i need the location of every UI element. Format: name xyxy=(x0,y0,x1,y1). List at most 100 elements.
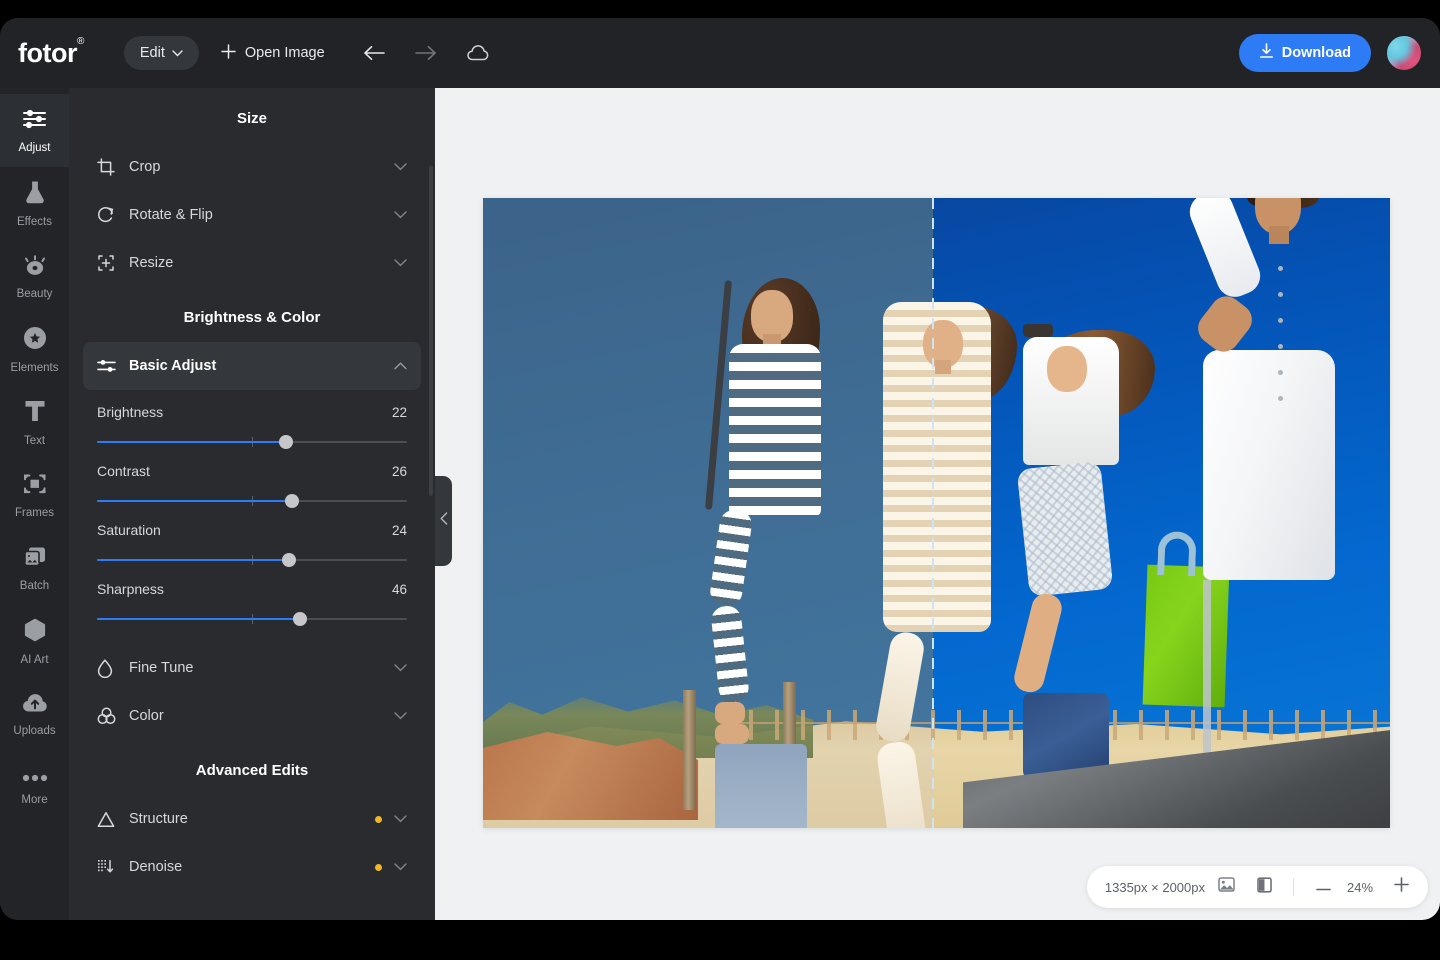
chevron-down-icon[interactable] xyxy=(394,259,407,267)
chevron-down-icon[interactable] xyxy=(394,211,407,219)
download-label: Download xyxy=(1282,45,1351,61)
chevron-down-icon[interactable] xyxy=(394,815,407,823)
split-compare-icon xyxy=(1257,877,1272,898)
panel-row-fine-tune[interactable]: Fine Tune xyxy=(83,644,421,692)
sidebar-item-uploads[interactable]: Uploads xyxy=(0,678,69,751)
edited-photo[interactable] xyxy=(483,198,1390,828)
batch-images-icon xyxy=(23,546,47,573)
zoom-out-button[interactable] xyxy=(1306,870,1340,904)
frame-icon xyxy=(23,473,47,500)
slider-sharpness[interactable]: Sharpness 46 xyxy=(97,567,407,626)
slider-track[interactable] xyxy=(97,435,407,449)
triangle-icon xyxy=(97,811,121,828)
compare-toggle-button[interactable] xyxy=(1247,870,1281,904)
panel-collapse-handle[interactable] xyxy=(435,476,452,566)
left-arm xyxy=(708,508,753,608)
slider-fill xyxy=(97,441,286,443)
slider-track[interactable] xyxy=(97,553,407,567)
panel-row-rotate-flip[interactable]: Rotate & Flip xyxy=(83,191,421,239)
chevron-down-icon xyxy=(172,45,183,61)
ai-art-icon xyxy=(23,618,47,647)
slider-header: Brightness 22 xyxy=(97,404,407,420)
chevron-down-icon[interactable] xyxy=(394,163,407,171)
sidebar-item-label: More xyxy=(21,794,47,806)
slider-label: Sharpness xyxy=(97,581,164,597)
open-image-button[interactable]: Open Image xyxy=(221,44,325,63)
sidebar-item-ai-art[interactable]: AI Art xyxy=(0,605,69,678)
sidebar-item-label: AI Art xyxy=(20,654,48,666)
resize-icon xyxy=(97,254,121,272)
chevron-up-icon[interactable] xyxy=(394,362,407,370)
sidebar-item-adjust[interactable]: Adjust xyxy=(0,94,69,167)
fit-image-button[interactable] xyxy=(1209,870,1243,904)
ellipsis-icon xyxy=(22,769,48,787)
right-arm xyxy=(710,605,750,704)
slider-value: 24 xyxy=(392,523,407,538)
droplet-icon xyxy=(97,659,121,678)
panel-row-label: Structure xyxy=(129,811,375,827)
slider-track[interactable] xyxy=(97,612,407,626)
slider-brightness[interactable]: Brightness 22 xyxy=(97,390,407,449)
panel-row-label: Basic Adjust xyxy=(129,358,394,374)
sidebar-item-more[interactable]: More xyxy=(0,751,69,824)
before-after-split-handle[interactable] xyxy=(932,198,934,828)
header-right-group: Download xyxy=(1239,34,1423,72)
image-dimensions: 1335px × 2000px xyxy=(1105,880,1205,895)
slider-fill xyxy=(97,618,300,620)
rotate-icon xyxy=(97,206,121,224)
panel-row-color[interactable]: Color xyxy=(83,692,421,740)
slider-label: Contrast xyxy=(97,463,150,479)
chevron-down-icon[interactable] xyxy=(394,863,407,871)
slider-track[interactable] xyxy=(97,494,407,508)
open-image-label: Open Image xyxy=(245,45,325,61)
panel-scrollbar[interactable] xyxy=(429,166,433,496)
zoom-level: 24% xyxy=(1340,880,1380,895)
sidebar-item-label: Frames xyxy=(15,507,54,519)
slider-fill xyxy=(97,500,292,502)
slider-contrast[interactable]: Contrast 26 xyxy=(97,449,407,508)
panel-row-resize[interactable]: Resize xyxy=(83,239,421,287)
sidebar-item-beauty[interactable]: Beauty xyxy=(0,240,69,313)
slider-knob[interactable] xyxy=(279,435,293,449)
panel-row-denoise[interactable]: Denoise xyxy=(83,843,421,891)
sidebar-item-frames[interactable]: Frames xyxy=(0,459,69,532)
sidebar-item-elements[interactable]: Elements xyxy=(0,313,69,386)
sidebar-item-label: Elements xyxy=(11,362,59,374)
divider xyxy=(1293,878,1294,896)
canvas-statusbar: 1335px × 2000px xyxy=(1087,866,1428,908)
sidebar-item-text[interactable]: Text xyxy=(0,386,69,459)
avatar[interactable] xyxy=(1385,34,1423,72)
sidebar-item-effects[interactable]: Effects xyxy=(0,167,69,240)
panel-row-structure[interactable]: Structure xyxy=(83,795,421,843)
sliders-icon xyxy=(97,358,121,374)
download-button[interactable]: Download xyxy=(1239,34,1371,72)
slider-fill xyxy=(97,559,289,561)
slider-value: 26 xyxy=(392,464,407,479)
top-header: fotor® Edit Open Image xyxy=(0,18,1440,88)
editor-canvas[interactable]: 1335px × 2000px xyxy=(435,88,1440,920)
plus-icon xyxy=(221,44,236,63)
eye-icon xyxy=(22,254,48,281)
adjust-panel: Size Crop Rotate & Flip xyxy=(69,88,435,920)
slider-knob[interactable] xyxy=(282,553,296,567)
denoise-icon xyxy=(97,858,121,876)
slider-knob[interactable] xyxy=(293,612,307,626)
chevron-down-icon[interactable] xyxy=(394,664,407,672)
undo-button[interactable] xyxy=(361,40,387,66)
fotor-logo[interactable]: fotor® xyxy=(18,38,84,69)
panel-row-crop[interactable]: Crop xyxy=(83,143,421,191)
cloud-save-button[interactable] xyxy=(465,40,491,66)
slider-header: Contrast 26 xyxy=(97,463,407,479)
status-badge xyxy=(375,816,382,823)
chevron-down-icon[interactable] xyxy=(394,712,407,720)
redo-button[interactable] xyxy=(413,40,439,66)
text-t-icon xyxy=(24,399,46,428)
panel-row-basic-adjust[interactable]: Basic Adjust xyxy=(83,342,421,390)
slider-knob[interactable] xyxy=(285,494,299,508)
slider-header: Saturation 24 xyxy=(97,522,407,538)
zoom-in-button[interactable] xyxy=(1384,870,1418,904)
sidebar-item-batch[interactable]: Batch xyxy=(0,532,69,605)
slider-saturation[interactable]: Saturation 24 xyxy=(97,508,407,567)
edit-menu-button[interactable]: Edit xyxy=(124,36,199,70)
person-man-striped-shirt xyxy=(715,280,865,810)
